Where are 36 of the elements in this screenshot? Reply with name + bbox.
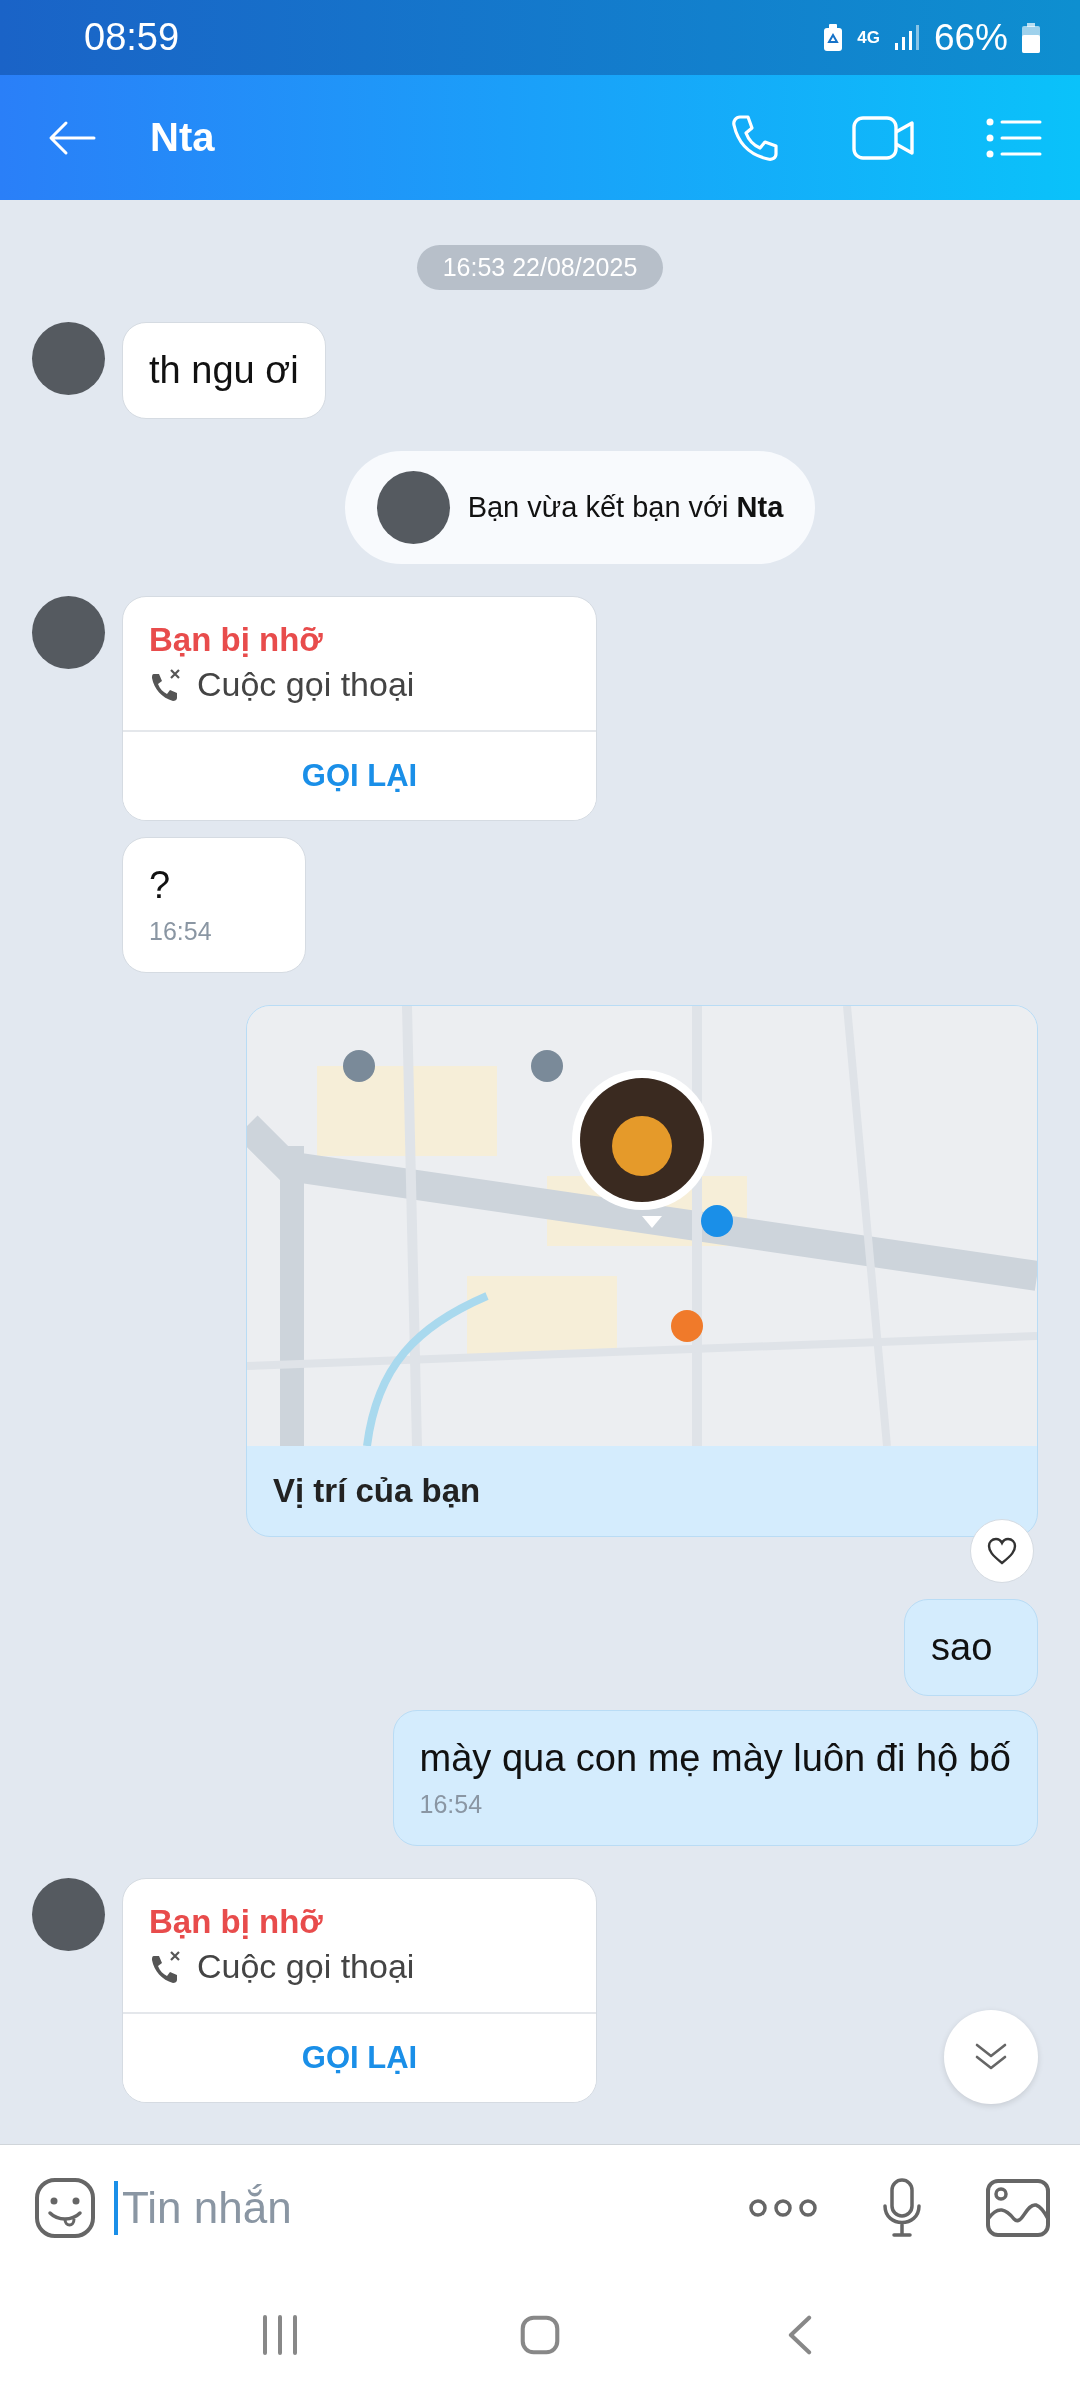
message-bubble: sao: [904, 1599, 1038, 1696]
double-chevron-icon: [974, 2042, 1008, 2072]
missed-call-title: Bạn bị nhỡ: [149, 621, 324, 659]
phone-icon[interactable]: [730, 112, 780, 163]
missed-call-icon: [149, 1949, 183, 1984]
battery-percent: 66%: [933, 16, 1008, 59]
chat-title: Nta: [150, 115, 216, 160]
microphone-icon[interactable]: [882, 2177, 922, 2238]
battery-icon: [1022, 22, 1040, 53]
image-icon[interactable]: [986, 2178, 1050, 2237]
location-caption: Vị trí của bạn: [272, 1471, 482, 1511]
call-back-button[interactable]: GỌI LẠI: [123, 730, 596, 820]
scroll-down-button[interactable]: [944, 2010, 1038, 2104]
signal-icon: [893, 24, 920, 51]
heart-icon: [987, 1537, 1017, 1565]
back-icon[interactable]: [48, 119, 96, 156]
call-back-button[interactable]: GỌI LẠI: [123, 2012, 596, 2102]
menu-icon[interactable]: [986, 117, 1042, 158]
battery-saver-icon: [823, 23, 844, 52]
home-icon[interactable]: [520, 2315, 560, 2355]
recent-apps-icon[interactable]: [260, 2315, 300, 2355]
network-type: 4G: [857, 27, 880, 48]
call-type-label: Cuộc gọi thoại: [197, 1947, 415, 1986]
call-type-label: Cuộc gọi thoại: [197, 665, 415, 704]
notice-text: Bạn vừa kết bạn với Nta: [467, 491, 784, 524]
missed-call-icon: [149, 667, 183, 702]
video-camera-icon[interactable]: [852, 114, 916, 161]
message-input[interactable]: Tin nhắn: [114, 2180, 748, 2235]
sticker-icon[interactable]: [34, 2176, 96, 2239]
message-bubble: ? 16:54: [122, 837, 306, 973]
message-bubble: mày qua con mẹ mày luôn đi hộ bố 16:54: [392, 1710, 1038, 1846]
missed-call-title: Bạn bị nhỡ: [149, 1903, 324, 1941]
status-time: 08:59: [84, 16, 180, 59]
message-bubble: th ngu ơi: [122, 322, 326, 419]
more-icon[interactable]: [748, 2196, 818, 2219]
date-stamp: 16:53 22/08/2025: [416, 245, 664, 290]
